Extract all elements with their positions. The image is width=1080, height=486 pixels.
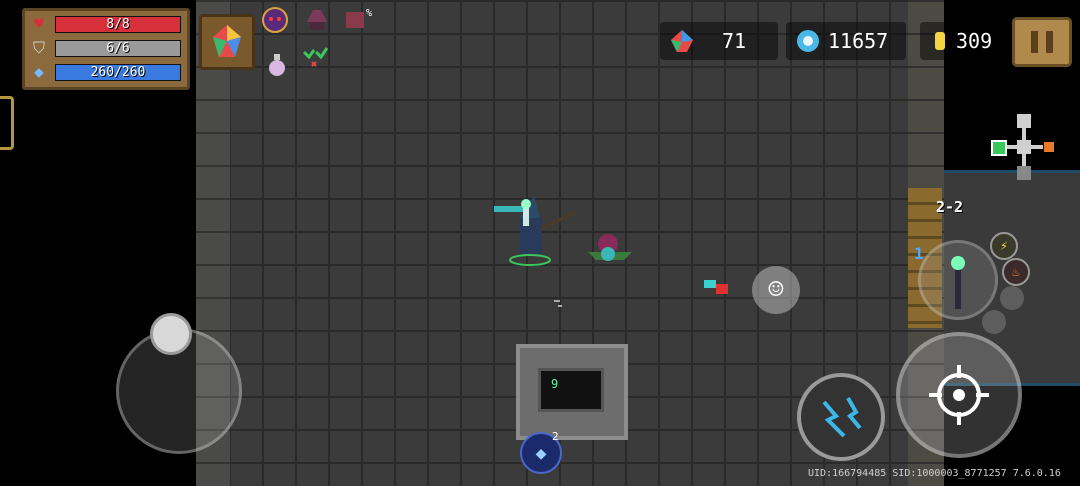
energy-icon: ◆ — [34, 62, 44, 81]
game-screen: ♥ 8/8 ⛉ 6/6 ◆ 260/260 % 71 11657 309 2-2… — [0, 0, 1080, 486]
shield-icon: ⛉ — [32, 38, 45, 57]
fire-buff-button[interactable]: ♨ — [1002, 258, 1030, 286]
pause-icon — [1031, 31, 1038, 53]
minimap — [960, 90, 1070, 190]
lightning-buff-button[interactable]: ⚡ — [990, 232, 1018, 260]
build-info-text: UID:166794485 SID:1000003_8771257 7.6.0.… — [808, 468, 1061, 479]
hp-text: 8/8 — [106, 17, 130, 32]
materials-value: 71 — [722, 29, 747, 53]
emote-button[interactable]: ☺ — [752, 266, 800, 314]
potion-buff-icon — [262, 50, 292, 80]
materials-counter: 71 — [660, 22, 778, 60]
fountain-glyph: 9 — [551, 377, 559, 391]
staff-weapon-icon — [951, 256, 965, 309]
status-panel: ♥ 8/8 ⛉ 6/6 ◆ 260/260 — [22, 8, 190, 90]
gold-coin-icon — [926, 27, 954, 55]
rainbow-material-icon — [668, 27, 696, 55]
heart-icon: ♥ — [34, 14, 44, 33]
energy-bar: ◆ 260/260 — [29, 62, 181, 81]
side-menu-button[interactable] — [0, 96, 14, 150]
skill-button[interactable] — [797, 373, 885, 461]
smiley-icon: ☺ — [768, 275, 784, 305]
lightning-skill-icon — [822, 397, 862, 438]
player-wizard-sprite — [490, 188, 580, 268]
minimap-current-room — [991, 140, 1007, 156]
blue-gem-icon — [794, 27, 822, 55]
enemy-marker-sprite — [702, 274, 732, 300]
stone-fountain[interactable]: 9 — [516, 344, 628, 440]
checkmark-buff-icon — [300, 42, 330, 72]
minimap-room — [1017, 140, 1031, 154]
shield-bar: ⛉ 6/6 — [29, 38, 181, 57]
shield-text: 6/6 — [106, 41, 130, 56]
potion-count: 2 — [552, 430, 559, 443]
pause-button[interactable] — [1012, 17, 1072, 67]
curse-buff-label: % — [365, 8, 372, 19]
minimap-room — [1017, 166, 1031, 180]
energy-text: 260/260 — [90, 65, 146, 80]
weapon-swap-button[interactable] — [918, 240, 998, 320]
gems-counter: 11657 — [786, 22, 906, 60]
hp-bar: ♥ 8/8 — [29, 14, 181, 33]
goblin-pet-sprite — [584, 230, 636, 274]
witch-hat-buff-icon — [302, 4, 332, 34]
curse-buff-icon: % — [342, 4, 372, 34]
level-indicator: 2-2 — [936, 198, 964, 216]
movement-joystick-knob[interactable] — [150, 313, 192, 355]
minimap-room — [1017, 114, 1031, 128]
rainbow-gem-icon — [213, 25, 241, 57]
empty-slot-button[interactable] — [1000, 286, 1024, 310]
empty-slot-button[interactable] — [982, 310, 1006, 334]
flame-icon: ♨ — [1012, 264, 1020, 280]
lightning-icon: ⚡ — [1000, 238, 1008, 254]
crosshair-icon — [929, 365, 989, 425]
demon-helmet-buff-icon — [260, 4, 290, 34]
gem-slot-button[interactable] — [199, 14, 255, 70]
crystal-potion-icon: ◆ — [535, 442, 547, 464]
debris-sprite — [552, 298, 564, 310]
gold-value: 309 — [956, 29, 993, 53]
gold-counter: 309 — [920, 22, 1000, 60]
attack-button[interactable] — [896, 332, 1022, 458]
fountain-pit: 9 — [538, 368, 604, 412]
weapon-slot-number: 1 — [914, 244, 924, 263]
gems-value: 11657 — [828, 29, 889, 53]
minimap-shop-room — [1044, 142, 1054, 152]
